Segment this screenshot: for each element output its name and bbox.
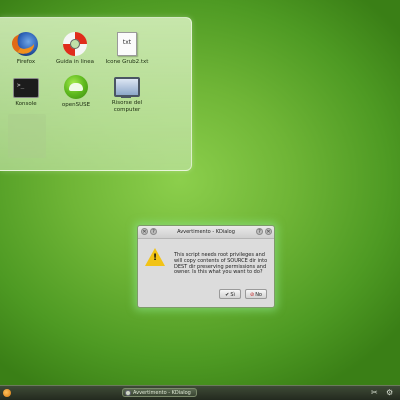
dialog-titlebar[interactable]: ✕ ? Avvertimento - KDialog ? ✕ [138,226,274,239]
panel-toolbox-icon[interactable]: ⚙ [386,388,393,397]
help-icon [63,32,87,56]
no-button-label: No [255,292,262,298]
close-icon[interactable]: ✕ [265,228,272,235]
desktop-icon-label: Konsole [15,101,37,107]
desktop-icon-help[interactable]: Guida in linea [52,32,98,66]
computer-icon [114,77,140,98]
context-help-icon[interactable]: ? [256,228,263,235]
taskbar-task-label: Avvertimento - KDialog [133,390,191,396]
no-entry-icon: ⊘ [249,292,255,298]
dialog-message: This script needs root privileges and wi… [174,252,268,276]
desktop-icon-opensuse[interactable]: openSUSE [53,75,99,109]
taskbar-task-kdialog[interactable]: Avvertimento - KDialog [122,388,197,397]
firefox-icon [14,32,38,56]
taskbar: Avvertimento - KDialog ✂ ⚙ [0,385,400,400]
desktop-icon-label: Icone Grub2.txt [105,59,149,65]
desktop-icon-label: Guida in linea [56,59,94,65]
warning-dialog: ✕ ? Avvertimento - KDialog ? ✕ ! This sc… [137,225,275,308]
check-icon: ✔ [225,292,230,298]
opensuse-icon [64,75,88,99]
desktop-icon-firefox[interactable]: Firefox [3,32,49,66]
no-button[interactable]: ⊘No [245,289,267,299]
selection-shade [8,114,46,158]
kdialog-task-icon [125,390,131,396]
network-tray-icon[interactable]: ✂ [371,388,378,397]
desktop-icon-konsole[interactable]: Konsole [3,75,49,108]
desktop-icon-computer[interactable]: Risorse del computer [104,75,150,113]
warning-mark: ! [152,253,158,263]
desktop-icon-textfile[interactable]: txt Icone Grub2.txt [104,32,150,66]
desktop-icon-label: Firefox [16,59,36,65]
yes-button-label: Sì [230,292,235,298]
desktop-icon-label: Risorse del computer [111,100,143,113]
konsole-icon [13,78,39,98]
text-file-icon: txt [117,32,137,56]
application-launcher-icon[interactable] [3,389,11,397]
dialog-title: Avvertimento - KDialog [177,229,235,235]
folder-view-panel: Firefox Guida in linea txt Icone Grub2.t… [0,17,192,171]
desktop-icon-label: openSUSE [61,102,91,108]
yes-button[interactable]: ✔Sì [219,289,241,299]
